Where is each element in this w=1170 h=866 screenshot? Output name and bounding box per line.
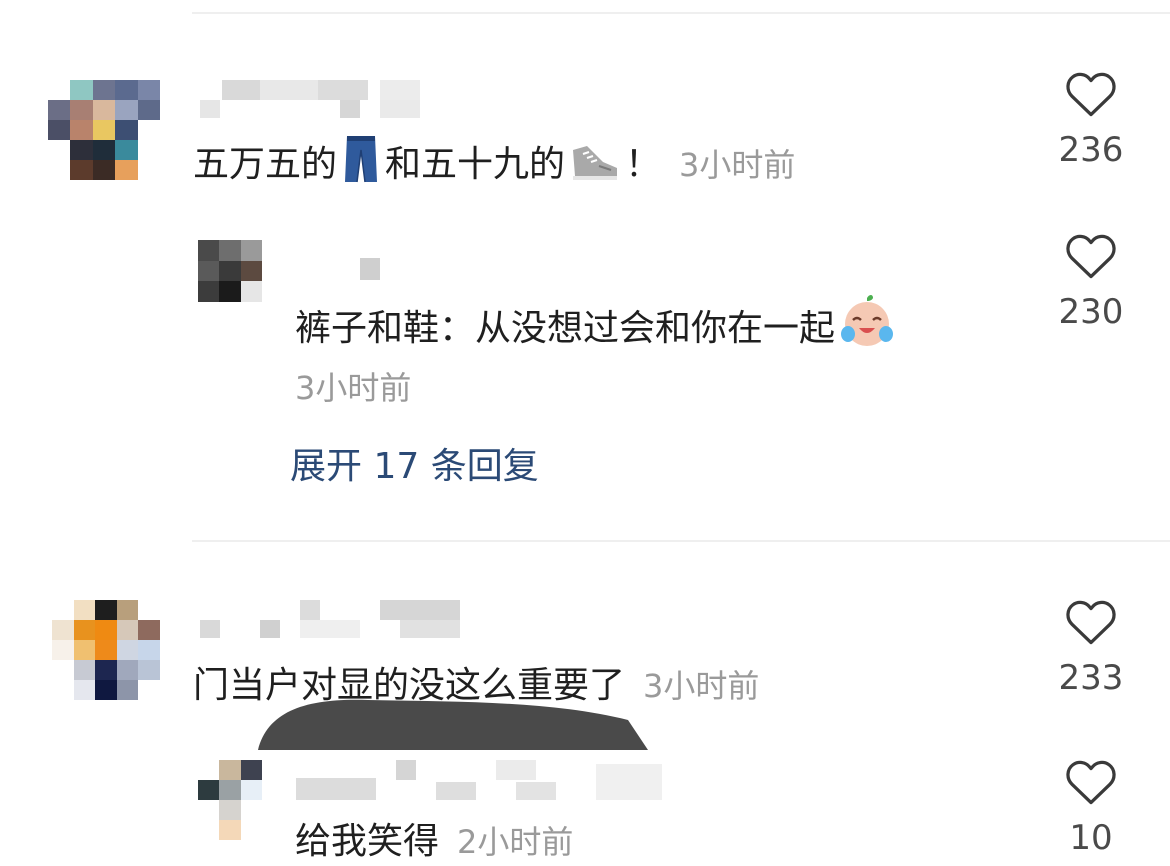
comment-text: 五万五的 和五十九的 ！ 3小时前 [193,134,795,197]
comment-time: 3小时前 [679,146,796,184]
reply-text: 裤子和鞋：从没想过会和你在一起 [295,294,899,361]
comment-text-part: 五万五的 [193,144,338,185]
like-button[interactable]: 236 [1036,70,1146,170]
reply-username-blurred[interactable] [290,258,390,280]
reply-like-button[interactable]: 230 [1036,232,1146,332]
comment-divider [192,540,1170,542]
reply-time: 3小时前 [295,369,412,407]
username-blurred[interactable] [200,80,430,120]
reply-like-button[interactable]: 10 [1036,758,1146,858]
crying-laughing-emoji [839,294,895,361]
like-button[interactable]: 233 [1036,598,1146,698]
reply-text-part: 裤子和鞋：从没想过会和你在一起 [295,308,836,349]
reply-username-blurred[interactable] [296,760,666,804]
username-blurred[interactable] [200,600,470,640]
reply-avatar[interactable] [198,760,262,840]
heart-icon [1066,600,1116,645]
expand-replies-link[interactable]: 展开 17 条回复 [290,443,539,491]
heart-icon [1066,72,1116,117]
heart-icon [1066,234,1116,279]
like-count: 236 [1058,130,1124,170]
avatar[interactable] [48,80,160,180]
comment-text-part: 和五十九的 [385,144,566,185]
reply-text: 给我笑得 2小时前 [295,818,573,866]
comment-text-part: ！ [625,144,662,185]
reply-time: 2小时前 [457,823,574,861]
redaction-smudge [258,699,648,750]
jeans-emoji [341,134,381,197]
avatar[interactable] [52,600,160,700]
top-divider [192,12,1170,14]
heart-icon [1066,760,1116,805]
like-count: 10 [1069,818,1113,858]
reply-avatar[interactable] [198,240,262,302]
like-count: 233 [1058,658,1124,698]
sneaker-emoji [569,140,621,197]
like-count: 230 [1058,292,1124,332]
